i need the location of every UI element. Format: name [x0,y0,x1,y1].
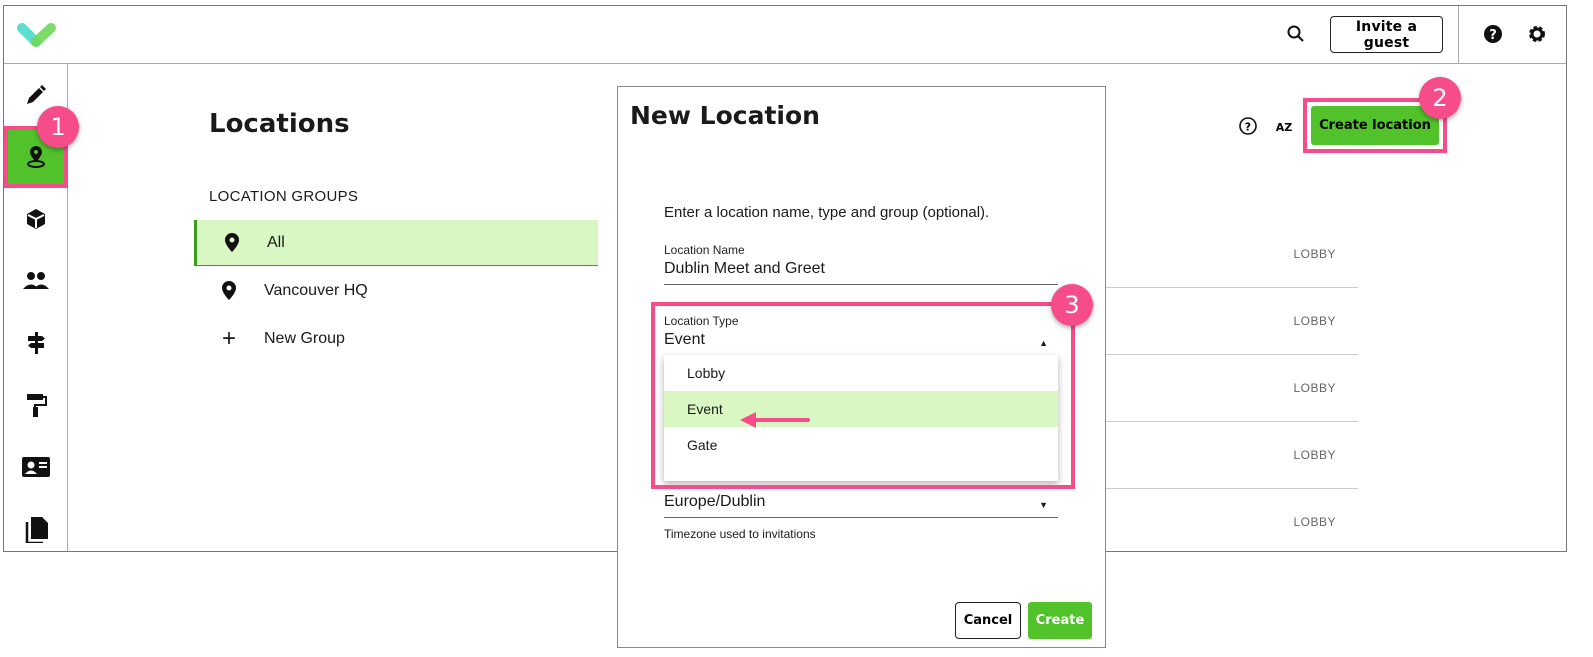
divider [1458,6,1459,64]
location-icon [222,281,236,300]
paint-roller-icon [27,394,47,417]
package-icon [27,209,45,229]
table-row[interactable]: LOBBY [1104,355,1358,422]
invite-guest-button[interactable]: Invite a guest [1330,16,1443,53]
location-name-input[interactable]: Dublin Meet and Greet [664,260,1058,285]
pen-icon [27,85,46,104]
create-button[interactable]: Create [1028,602,1092,639]
id-card-icon [22,457,50,477]
group-all[interactable]: All [194,220,598,266]
timezone-select[interactable]: Europe/Dublin ▼ [664,490,1058,518]
create-location-button[interactable]: Create location [1311,106,1439,145]
svg-text:AZ: AZ [1276,121,1293,134]
row-type: LOBBY [1293,381,1336,395]
group-label: New Group [264,330,345,347]
table-row[interactable]: LOBBY [1104,489,1358,551]
annotation-badge: 1 [37,106,79,148]
cancel-button[interactable]: Cancel [955,602,1021,639]
group-label: Vancouver HQ [264,282,368,299]
selected-value: Europe/Dublin [664,493,766,510]
row-type: LOBBY [1293,515,1336,529]
sidebar-item-deliveries[interactable] [4,188,68,250]
help-icon[interactable]: ? [1483,24,1503,44]
signpost-icon [28,332,45,354]
plus-icon: + [221,325,236,352]
sidebar-item-people[interactable] [4,250,68,312]
svg-text:?: ? [1245,121,1251,134]
page-title: Locations [209,109,350,139]
location-name-field[interactable]: Location Name Dublin Meet and Greet [664,243,1058,285]
table-row[interactable]: LOBBY [1104,221,1358,288]
new-group-button[interactable]: + New Group [194,316,598,362]
row-type: LOBBY [1293,448,1336,462]
group-vancouver-hq[interactable]: Vancouver HQ [194,268,598,314]
sidebar-item-badges[interactable] [4,436,68,498]
sidebar-item-branding[interactable] [4,374,68,436]
annotation-badge: 2 [1419,77,1461,119]
sort-az-icon[interactable]: AZ [1274,116,1294,136]
sidebar-item-documents[interactable] [4,498,68,551]
table-row[interactable]: LOBBY [1104,422,1358,489]
group-label: All [267,233,285,251]
table-row[interactable]: LOBBY [1104,288,1358,355]
annotation-highlight [651,302,1075,489]
logo [17,23,56,47]
location-groups-heading: LOCATION GROUPS [209,188,359,205]
dialog-intro: Enter a location name, type and group (o… [664,204,990,221]
help-outline-icon[interactable]: ? [1238,116,1258,136]
sidebar-item-directions[interactable] [4,312,68,374]
documents-icon [25,517,48,543]
row-type: LOBBY [1293,314,1336,328]
location-icon [27,146,45,168]
search-icon[interactable] [1286,24,1306,44]
dialog-title: New Location [630,101,820,130]
timezone-hint: Timezone used to invitations [664,527,816,541]
people-icon [23,272,49,289]
top-bar: Invite a guest ? [4,6,1566,64]
annotation-arrow-icon [740,412,810,428]
row-type: LOBBY [1293,247,1336,261]
location-icon [225,232,239,252]
gear-icon[interactable] [1527,24,1547,44]
annotation-badge: 3 [1051,284,1093,326]
caret-down-icon: ▼ [1039,500,1048,510]
field-label: Location Name [664,243,745,257]
svg-text:?: ? [1489,28,1497,43]
